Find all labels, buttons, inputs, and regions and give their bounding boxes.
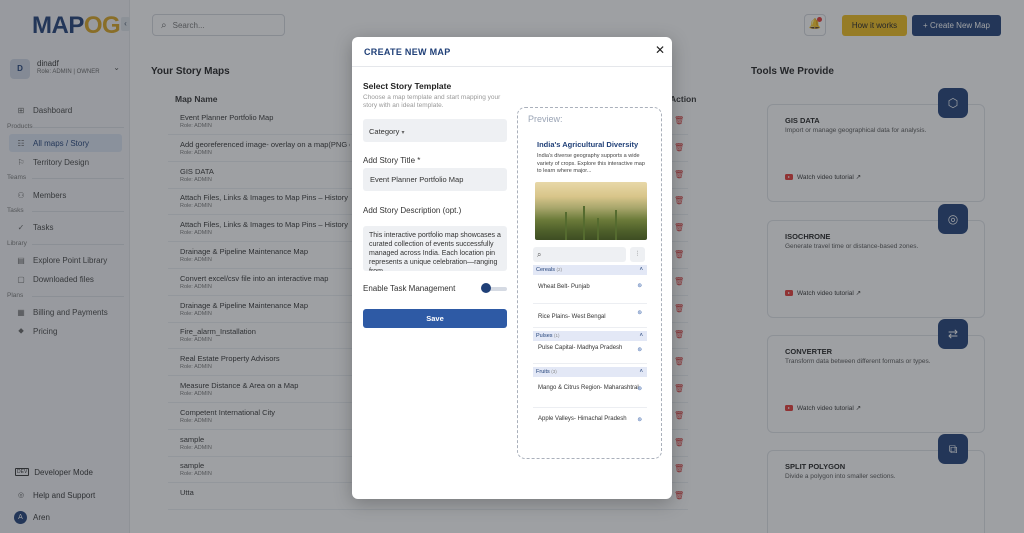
task-management-label: Enable Task Management [363, 284, 456, 293]
story-title-label: Add Story Title * [363, 156, 421, 165]
template-section-title: Select Story Template [363, 81, 452, 91]
preview-list-item[interactable]: Mango & Citrus Region- Maharashtral ⊚ [533, 382, 647, 408]
pin-icon: ⊚ [637, 310, 642, 316]
template-hint: Choose a map template and start mapping … [363, 94, 501, 109]
story-description-label: Add Story Description (opt.) [363, 206, 462, 215]
create-new-map-modal: CREATE NEW MAP ✕ Select Story Template C… [352, 37, 672, 499]
filter-icon[interactable]: ⫶ [630, 247, 645, 262]
preview-card: India's Agricultural Diversity India's d… [532, 126, 648, 454]
template-preview: Preview: India's Agricultural Diversity … [517, 107, 662, 459]
preview-title: India's Agricultural Diversity [537, 140, 639, 149]
preview-category-fruits[interactable]: Fruits (3) ˄ [533, 367, 647, 377]
close-icon[interactable]: ✕ [655, 43, 665, 57]
preview-category-cereals[interactable]: Cereals (2) ˄ [533, 265, 647, 275]
preview-description: India's diverse geography supports a wid… [537, 153, 645, 174]
story-title-input[interactable]: Event Planner Portfolio Map [363, 168, 507, 191]
preview-list-item[interactable]: Apple Valleys- Himachal Pradesh ⊚ [533, 413, 647, 437]
preview-wheat-field-image [535, 182, 647, 240]
toggle-knob[interactable] [481, 283, 491, 293]
preview-list-item[interactable]: Rice Plains- West Bengal ⊚ [533, 306, 647, 328]
chevron-up-icon: ˄ [639, 333, 643, 339]
preview-category-pulses[interactable]: Pulses (1) ˄ [533, 331, 647, 341]
pin-icon: ⊚ [637, 386, 642, 392]
preview-search[interactable]: ⌕ [533, 247, 626, 262]
search-icon: ⌕ [537, 250, 542, 259]
pin-icon: ⊚ [637, 347, 642, 353]
pin-icon: ⊚ [637, 283, 642, 289]
modal-title: CREATE NEW MAP [364, 47, 451, 57]
preview-list-item[interactable]: Wheat Belt- Punjab ⊚ [533, 279, 647, 304]
chevron-down-icon: ▾ [401, 130, 405, 136]
pin-icon: ⊚ [637, 417, 642, 423]
preview-list-item[interactable]: Pulse Capital- Madhya Pradesh ⊚ [533, 343, 647, 364]
modal-header: CREATE NEW MAP ✕ [352, 37, 672, 67]
story-description-textarea[interactable]: This interactive portfolio map showcases… [363, 226, 507, 271]
save-button[interactable]: Save [363, 309, 507, 328]
category-select[interactable]: Category ▾ [363, 119, 507, 142]
chevron-up-icon: ˄ [639, 267, 643, 273]
chevron-up-icon: ˄ [639, 369, 643, 375]
preview-label: Preview: [528, 114, 563, 124]
